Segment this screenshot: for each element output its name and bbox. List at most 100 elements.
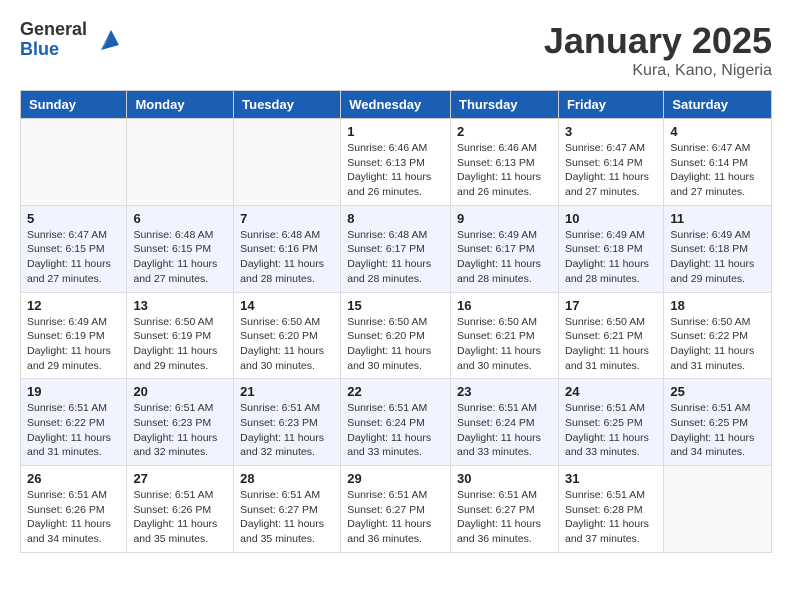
- title-block: January 2025 Kura, Kano, Nigeria: [544, 20, 772, 80]
- day-info: Sunrise: 6:51 AM Sunset: 6:27 PM Dayligh…: [240, 488, 334, 547]
- day-info: Sunrise: 6:49 AM Sunset: 6:18 PM Dayligh…: [670, 228, 765, 287]
- day-number: 15: [347, 298, 444, 313]
- day-info: Sunrise: 6:49 AM Sunset: 6:18 PM Dayligh…: [565, 228, 657, 287]
- day-number: 10: [565, 211, 657, 226]
- day-number: 16: [457, 298, 552, 313]
- weekday-header-saturday: Saturday: [664, 91, 772, 119]
- day-number: 7: [240, 211, 334, 226]
- day-info: Sunrise: 6:46 AM Sunset: 6:13 PM Dayligh…: [347, 141, 444, 200]
- weekday-header-wednesday: Wednesday: [341, 91, 451, 119]
- weekday-header-sunday: Sunday: [21, 91, 127, 119]
- calendar-day-cell: 2Sunrise: 6:46 AM Sunset: 6:13 PM Daylig…: [451, 119, 559, 206]
- calendar-table: SundayMondayTuesdayWednesdayThursdayFrid…: [20, 90, 772, 553]
- calendar-week-row: 5 Sunrise: 6:47 AM Sunset: 6:15 PM Daylig…: [21, 205, 772, 292]
- day-number: 5: [27, 211, 120, 226]
- day-number: 19: [27, 384, 120, 399]
- logo: General Blue: [20, 20, 121, 60]
- calendar-day-cell: 10 Sunrise: 6:49 AM Sunset: 6:18 PM Dayli…: [558, 205, 663, 292]
- day-info: Sunrise: 6:50 AM Sunset: 6:22 PM Dayligh…: [670, 315, 765, 374]
- calendar-day-cell: 28 Sunrise: 6:51 AM Sunset: 6:27 PM Dayli…: [234, 466, 341, 553]
- calendar-day-cell: 5 Sunrise: 6:47 AM Sunset: 6:15 PM Daylig…: [21, 205, 127, 292]
- day-info: Sunrise: 6:51 AM Sunset: 6:24 PM Dayligh…: [347, 401, 444, 460]
- calendar-day-cell: 29Sunrise: 6:51 AM Sunset: 6:27 PM Dayli…: [341, 466, 451, 553]
- calendar-day-cell: 17Sunrise: 6:50 AM Sunset: 6:21 PM Dayli…: [558, 292, 663, 379]
- location: Kura, Kano, Nigeria: [544, 62, 772, 80]
- page-header: General Blue January 2025 Kura, Kano, Ni…: [20, 20, 772, 80]
- calendar-day-cell: 26 Sunrise: 6:51 AM Sunset: 6:26 PM Dayli…: [21, 466, 127, 553]
- weekday-header-thursday: Thursday: [451, 91, 559, 119]
- calendar-day-cell: 9 Sunrise: 6:49 AM Sunset: 6:17 PM Daylig…: [451, 205, 559, 292]
- day-number: 18: [670, 298, 765, 313]
- calendar-day-cell: 31 Sunrise: 6:51 AM Sunset: 6:28 PM Dayli…: [558, 466, 663, 553]
- day-number: 4: [670, 124, 765, 139]
- day-info: Sunrise: 6:51 AM Sunset: 6:23 PM Dayligh…: [240, 401, 334, 460]
- day-number: 12: [27, 298, 120, 313]
- logo-blue: Blue: [20, 40, 87, 60]
- day-number: 26: [27, 471, 120, 486]
- calendar-day-cell: 27 Sunrise: 6:51 AM Sunset: 6:26 PM Dayli…: [127, 466, 234, 553]
- calendar-day-cell: 23 Sunrise: 6:51 AM Sunset: 6:24 PM Dayli…: [451, 379, 559, 466]
- day-number: 8: [347, 211, 444, 226]
- calendar-day-cell: [21, 119, 127, 206]
- day-info: Sunrise: 6:51 AM Sunset: 6:26 PM Dayligh…: [27, 488, 120, 547]
- day-info: Sunrise: 6:50 AM Sunset: 6:20 PM Dayligh…: [347, 315, 444, 374]
- day-info: Sunrise: 6:50 AM Sunset: 6:19 PM Dayligh…: [133, 315, 227, 374]
- day-info: Sunrise: 6:47 AM Sunset: 6:14 PM Dayligh…: [670, 141, 765, 200]
- calendar-day-cell: [127, 119, 234, 206]
- calendar-day-cell: 7Sunrise: 6:48 AM Sunset: 6:16 PM Daylig…: [234, 205, 341, 292]
- calendar-day-cell: 3 Sunrise: 6:47 AM Sunset: 6:14 PM Daylig…: [558, 119, 663, 206]
- day-number: 13: [133, 298, 227, 313]
- logo-general: General: [20, 20, 87, 40]
- calendar-day-cell: 14 Sunrise: 6:50 AM Sunset: 6:20 PM Dayli…: [234, 292, 341, 379]
- day-info: Sunrise: 6:49 AM Sunset: 6:17 PM Dayligh…: [457, 228, 552, 287]
- calendar-day-cell: 15 Sunrise: 6:50 AM Sunset: 6:20 PM Dayli…: [341, 292, 451, 379]
- day-info: Sunrise: 6:51 AM Sunset: 6:25 PM Dayligh…: [670, 401, 765, 460]
- calendar-day-cell: [664, 466, 772, 553]
- calendar-week-row: 1Sunrise: 6:46 AM Sunset: 6:13 PM Daylig…: [21, 119, 772, 206]
- month-title: January 2025: [544, 20, 772, 62]
- day-number: 17: [565, 298, 657, 313]
- calendar-day-cell: 4 Sunrise: 6:47 AM Sunset: 6:14 PM Daylig…: [664, 119, 772, 206]
- day-number: 31: [565, 471, 657, 486]
- day-number: 21: [240, 384, 334, 399]
- calendar-day-cell: 16 Sunrise: 6:50 AM Sunset: 6:21 PM Dayli…: [451, 292, 559, 379]
- day-number: 28: [240, 471, 334, 486]
- calendar-day-cell: 13 Sunrise: 6:50 AM Sunset: 6:19 PM Dayli…: [127, 292, 234, 379]
- day-number: 14: [240, 298, 334, 313]
- day-info: Sunrise: 6:51 AM Sunset: 6:27 PM Dayligh…: [457, 488, 552, 547]
- calendar-day-cell: 21 Sunrise: 6:51 AM Sunset: 6:23 PM Dayli…: [234, 379, 341, 466]
- calendar-day-cell: 8Sunrise: 6:48 AM Sunset: 6:17 PM Daylig…: [341, 205, 451, 292]
- day-number: 20: [133, 384, 227, 399]
- day-info: Sunrise: 6:48 AM Sunset: 6:15 PM Dayligh…: [133, 228, 227, 287]
- calendar-day-cell: 30Sunrise: 6:51 AM Sunset: 6:27 PM Dayli…: [451, 466, 559, 553]
- day-number: 23: [457, 384, 552, 399]
- day-number: 9: [457, 211, 552, 226]
- calendar-day-cell: 22Sunrise: 6:51 AM Sunset: 6:24 PM Dayli…: [341, 379, 451, 466]
- day-info: Sunrise: 6:47 AM Sunset: 6:14 PM Dayligh…: [565, 141, 657, 200]
- calendar-week-row: 19Sunrise: 6:51 AM Sunset: 6:22 PM Dayli…: [21, 379, 772, 466]
- calendar-day-cell: 25Sunrise: 6:51 AM Sunset: 6:25 PM Dayli…: [664, 379, 772, 466]
- weekday-header-monday: Monday: [127, 91, 234, 119]
- day-info: Sunrise: 6:50 AM Sunset: 6:20 PM Dayligh…: [240, 315, 334, 374]
- calendar-day-cell: 20 Sunrise: 6:51 AM Sunset: 6:23 PM Dayli…: [127, 379, 234, 466]
- calendar-day-cell: 19Sunrise: 6:51 AM Sunset: 6:22 PM Dayli…: [21, 379, 127, 466]
- day-number: 11: [670, 211, 765, 226]
- day-info: Sunrise: 6:51 AM Sunset: 6:23 PM Dayligh…: [133, 401, 227, 460]
- day-info: Sunrise: 6:51 AM Sunset: 6:27 PM Dayligh…: [347, 488, 444, 547]
- day-info: Sunrise: 6:51 AM Sunset: 6:26 PM Dayligh…: [133, 488, 227, 547]
- day-info: Sunrise: 6:49 AM Sunset: 6:19 PM Dayligh…: [27, 315, 120, 374]
- day-info: Sunrise: 6:50 AM Sunset: 6:21 PM Dayligh…: [457, 315, 552, 374]
- day-info: Sunrise: 6:51 AM Sunset: 6:28 PM Dayligh…: [565, 488, 657, 547]
- weekday-header-friday: Friday: [558, 91, 663, 119]
- calendar-week-row: 12 Sunrise: 6:49 AM Sunset: 6:19 PM Dayli…: [21, 292, 772, 379]
- day-number: 2: [457, 124, 552, 139]
- weekday-header-tuesday: Tuesday: [234, 91, 341, 119]
- day-number: 3: [565, 124, 657, 139]
- weekday-header-row: SundayMondayTuesdayWednesdayThursdayFrid…: [21, 91, 772, 119]
- calendar-day-cell: [234, 119, 341, 206]
- day-number: 27: [133, 471, 227, 486]
- day-info: Sunrise: 6:51 AM Sunset: 6:24 PM Dayligh…: [457, 401, 552, 460]
- calendar-day-cell: 1Sunrise: 6:46 AM Sunset: 6:13 PM Daylig…: [341, 119, 451, 206]
- calendar-day-cell: 24Sunrise: 6:51 AM Sunset: 6:25 PM Dayli…: [558, 379, 663, 466]
- day-info: Sunrise: 6:47 AM Sunset: 6:15 PM Dayligh…: [27, 228, 120, 287]
